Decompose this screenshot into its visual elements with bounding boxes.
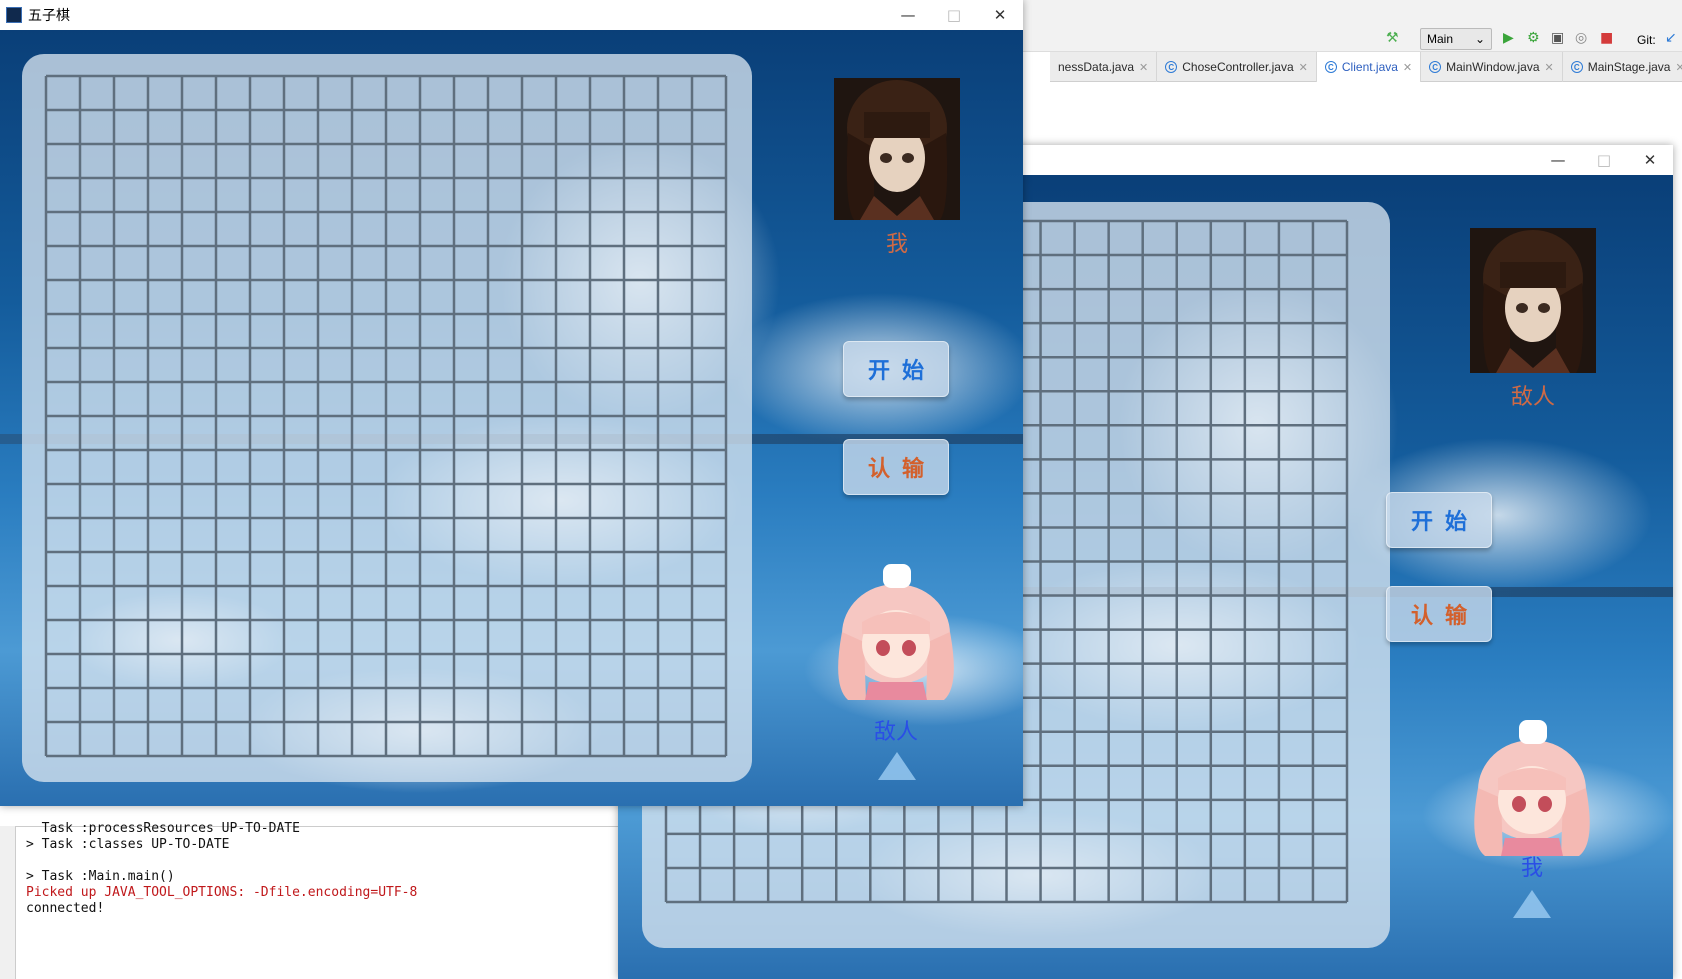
console-line: Picked up JAVA_TOOL_OPTIONS: -Dfile.enco…	[26, 885, 418, 900]
chevron-down-icon: ⌄	[1474, 32, 1485, 46]
close-icon[interactable]: ✕	[1299, 61, 1308, 74]
top-player-label: 敌人	[1510, 385, 1555, 410]
player-avatar	[834, 78, 960, 220]
maximize-button[interactable]: □	[1581, 145, 1627, 175]
tab-client[interactable]: C Client.java ✕	[1316, 52, 1422, 82]
up-triangle-icon	[1513, 890, 1551, 918]
tab-mainwindow[interactable]: C MainWindow.java ✕	[1421, 52, 1563, 82]
surrender-button[interactable]: 认输	[1386, 586, 1492, 642]
minimize-button[interactable]: —	[1535, 145, 1581, 175]
tab-mainstage[interactable]: C MainStage.java ✕	[1563, 52, 1682, 82]
run-icon[interactable]: ▶	[1503, 30, 1514, 46]
opponent-avatar	[826, 560, 966, 700]
run-configuration-select[interactable]: Main ⌄	[1420, 28, 1492, 50]
start-button[interactable]: 开始	[843, 341, 949, 397]
tab-label: Client.java	[1341, 60, 1398, 74]
profile-icon[interactable]: ◎	[1575, 30, 1587, 46]
bottom-player-label: 敌人	[873, 720, 918, 745]
window-titlebar: 五子棋 — □ ✕	[0, 0, 1023, 30]
close-button[interactable]: ✕	[977, 0, 1023, 30]
console-line: > Task :Main.main()	[26, 869, 175, 884]
console-line: Task :processResources UP-TO-DATE	[26, 821, 300, 836]
build-hammer-icon[interactable]: ⚒	[1386, 30, 1399, 46]
close-icon[interactable]: ✕	[1545, 61, 1554, 74]
git-update-icon[interactable]: ↙	[1665, 30, 1677, 46]
tab-chosecontroller[interactable]: C ChoseController.java ✕	[1157, 52, 1317, 82]
player-avatar	[1463, 718, 1601, 856]
class-icon: C	[1570, 61, 1583, 73]
app-icon	[6, 7, 22, 23]
class-icon: C	[1324, 61, 1337, 73]
maximize-button[interactable]: □	[931, 0, 977, 30]
console-gutter	[0, 826, 16, 979]
gomoku-window-main: 五子棋 — □ ✕ 我 开始 认输 敌人	[0, 0, 1023, 806]
editor-tab-bar: nessData.java ✕ C ChoseController.java ✕ CC…	[1050, 52, 1682, 82]
console-line: connected!	[26, 901, 105, 916]
git-label: Git:	[1637, 33, 1656, 47]
close-icon[interactable]: ✕	[1675, 61, 1682, 74]
surrender-button[interactable]: 认输	[843, 439, 949, 495]
close-icon[interactable]: ✕	[1139, 61, 1148, 74]
bottom-player-label: 我	[1520, 856, 1543, 881]
tab-label: MainStage.java	[1587, 60, 1671, 74]
stop-icon[interactable]: ■	[1600, 30, 1613, 46]
class-icon: C	[1165, 61, 1178, 73]
code-editor[interactable]	[1050, 82, 1682, 152]
class-icon: C	[1429, 61, 1442, 73]
up-triangle-icon	[878, 752, 916, 780]
coverage-icon[interactable]: ▣	[1551, 30, 1564, 46]
tab-label: MainWindow.java	[1446, 60, 1540, 74]
close-button[interactable]: ✕	[1627, 145, 1673, 175]
tab-label: ChoseController.java	[1182, 60, 1294, 74]
run-config-label: Main	[1427, 32, 1454, 46]
tab-label: nessData.java	[1058, 60, 1135, 74]
opponent-avatar	[1470, 228, 1596, 373]
game-scene: 我 开始 认输 敌人	[0, 30, 1023, 806]
console-line: > Task :classes UP-TO-DATE	[26, 837, 230, 852]
minimize-button[interactable]: —	[885, 0, 931, 30]
tab-businessdata[interactable]: nessData.java ✕	[1050, 52, 1158, 82]
debug-icon[interactable]: ⚙	[1527, 30, 1540, 46]
run-console[interactable]: Task :processResources UP-TO-DATE > Task…	[0, 821, 640, 979]
window-title: 五子棋	[28, 8, 70, 24]
top-player-label: 我	[885, 232, 908, 257]
close-icon[interactable]: ✕	[1403, 61, 1412, 74]
start-button[interactable]: 开始	[1386, 492, 1492, 548]
